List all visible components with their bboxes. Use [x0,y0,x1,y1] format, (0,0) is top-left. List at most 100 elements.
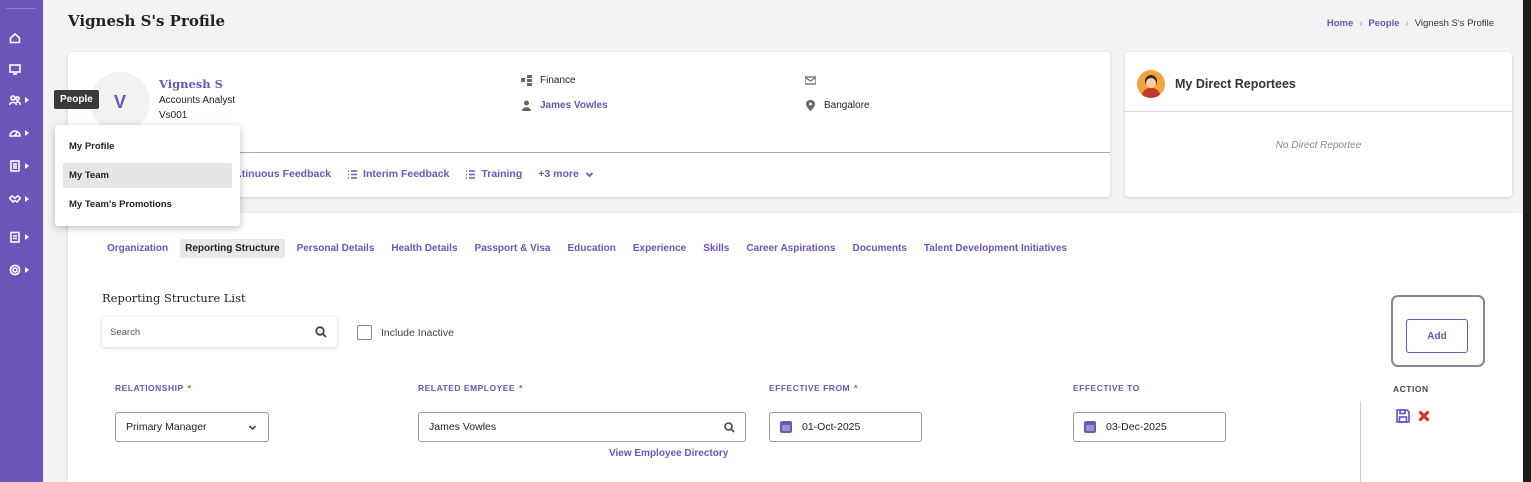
caret-right-icon [25,196,29,202]
location-pin-icon [806,100,815,111]
rail-people[interactable] [0,90,43,110]
handshake-icon [9,195,21,204]
rail-monitor[interactable] [0,59,43,79]
add-button[interactable]: Add [1406,319,1468,353]
tab-personal-details[interactable]: Personal Details [292,239,380,258]
page-title: Vignesh S's Profile [68,12,226,30]
tab-career-aspirations[interactable]: Career Aspirations [741,239,840,258]
email-info[interactable] [805,75,816,86]
department-label: Finance [540,75,576,86]
breadcrumb-separator: › [1405,18,1409,29]
breadcrumb-current: Vignesh S's Profile [1414,18,1494,29]
caret-right-icon [25,267,29,273]
search-icon[interactable] [315,326,327,338]
location-label: Bangalore [824,100,870,111]
tab-experience[interactable]: Experience [628,239,691,258]
tab-more[interactable]: +3 more [538,168,595,180]
direct-reportees-card: My Direct Reportees No Direct Reportee [1125,52,1512,197]
breadcrumb: Home › People › Vignesh S's Profile [1327,18,1494,29]
caret-right-icon [25,234,29,240]
manager-info: James Vowles [521,100,608,111]
delete-icon[interactable] [1417,409,1431,423]
caret-right-icon [25,97,29,103]
tab-organization[interactable]: Organization [102,239,173,258]
section-title: Reporting Structure List [102,291,246,305]
document-icon [10,160,20,172]
breadcrumb-home[interactable]: Home [1327,18,1353,29]
tab-reporting-structure[interactable]: Reporting Structure [180,239,285,258]
include-inactive-checkbox[interactable] [357,325,372,340]
action-column-divider [1360,401,1361,482]
effective-from-field[interactable]: 01-Oct-2025 [769,412,922,442]
window-edge [1523,0,1531,482]
related-employee-field[interactable]: James Vowles [418,412,746,442]
profile-role: Accounts Analyst [159,95,236,106]
tab-continuous-feedback[interactable]: ...tinuous Feedback [233,168,331,180]
column-relationship: RELATIONSHIP * [115,383,191,393]
tab-passport-visa[interactable]: Passport & Visa [470,239,556,258]
tab-label: Interim Feedback [363,168,450,180]
tab-label: +3 more [538,168,579,180]
required-marker: * [519,383,523,393]
menu-item-my-team[interactable]: My Team [63,163,232,188]
effective-from-value: 01-Oct-2025 [802,421,861,433]
rail-dashboard[interactable] [0,123,43,143]
calendar-icon[interactable] [780,421,792,433]
reportees-title: My Direct Reportees [1175,77,1296,91]
rail-document[interactable] [0,156,43,176]
settings-icon [9,264,21,276]
rail-settings[interactable] [0,260,43,280]
avatar: V [90,72,150,132]
related-employee-value: James Vowles [429,421,497,433]
effective-to-value: 03-Dec-2025 [1106,421,1167,433]
row-actions [1396,409,1431,423]
reporting-structure-panel: Organization Reporting Structure Persona… [68,213,1523,482]
manager-avatar-icon [1137,70,1165,98]
include-inactive-toggle: Include Inactive [357,325,454,340]
breadcrumb-people[interactable]: People [1368,18,1399,29]
rail-home[interactable] [0,28,43,48]
chevron-down-icon [248,424,257,430]
tab-talent-development[interactable]: Talent Development Initiatives [919,239,1072,258]
column-effective-to: EFFECTIVE TO [1073,383,1140,393]
search-icon[interactable] [724,421,735,433]
tab-skills[interactable]: Skills [698,239,734,258]
profile-code: Vs001 [159,110,188,121]
rail-clipboard[interactable] [0,227,43,247]
breadcrumb-separator: › [1359,18,1363,29]
tab-training[interactable]: Training [465,168,522,180]
list-icon [348,169,358,179]
people-icon [9,95,21,106]
column-label: RELATED EMPLOYEE [418,383,516,393]
org-chart-icon [521,75,532,86]
column-related-employee: RELATED EMPLOYEE * [418,383,523,393]
rail-divider [6,8,36,9]
profile-name[interactable]: Vignesh S [159,77,223,91]
chevron-down-icon [585,171,593,177]
manager-link[interactable]: James Vowles [540,100,608,111]
left-nav-rail [0,0,43,482]
rail-handshake[interactable] [0,189,43,209]
save-icon[interactable] [1396,409,1410,423]
view-employee-directory-link[interactable]: View Employee Directory [609,448,728,459]
profile-tabs: ...tinuous Feedback Interim Feedback Tra… [233,168,595,180]
search-input[interactable] [110,326,290,338]
caret-right-icon [25,130,29,136]
menu-item-my-teams-promotions[interactable]: My Team's Promotions [63,192,232,217]
menu-item-my-profile[interactable]: My Profile [63,134,232,159]
reportees-empty-message: No Direct Reportee [1275,140,1362,151]
column-label: EFFECTIVE TO [1073,383,1140,393]
reportees-divider [1125,111,1512,112]
column-label: RELATIONSHIP [115,383,184,393]
effective-to-field[interactable]: 03-Dec-2025 [1073,412,1226,442]
tab-education[interactable]: Education [563,239,621,258]
column-effective-from: EFFECTIVE FROM * [769,383,858,393]
tab-health-details[interactable]: Health Details [386,239,462,258]
tab-interim-feedback[interactable]: Interim Feedback [347,168,449,180]
reportees-header: My Direct Reportees [1137,70,1296,98]
tab-documents[interactable]: Documents [847,239,911,258]
people-submenu: My Profile My Team My Team's Promotions [55,125,240,226]
relationship-select[interactable]: Primary Manager [115,412,269,442]
caret-right-icon [25,163,29,169]
calendar-icon[interactable] [1084,421,1096,433]
